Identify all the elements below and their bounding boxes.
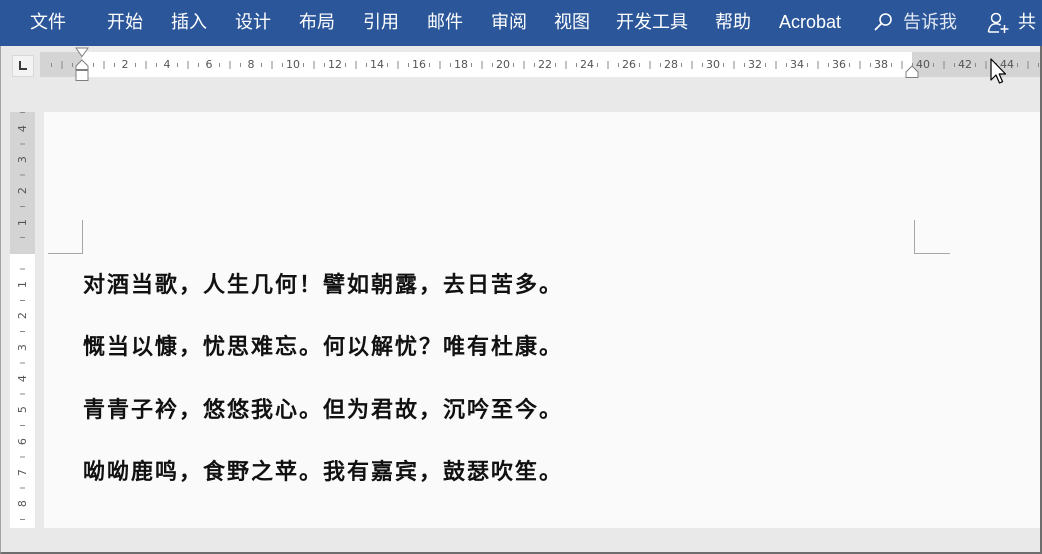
ruler-number: 2 xyxy=(121,58,129,71)
share-button[interactable]: 共 xyxy=(983,0,1042,46)
tab-mailings[interactable]: 邮件 xyxy=(415,0,475,46)
ruler-number: 24 xyxy=(580,58,594,71)
document-page[interactable]: 对酒当歌，人生几何！譬如朝露，去日苦多。 慨当以慷，忧思难忘。何以解忧？唯有杜康… xyxy=(44,112,1040,528)
document-body[interactable]: 对酒当歌，人生几何！譬如朝露，去日苦多。 慨当以慷，忧思难忘。何以解忧？唯有杜康… xyxy=(83,272,563,521)
ruler-number: 32 xyxy=(748,58,762,71)
tell-me-label: 告诉我 xyxy=(903,12,957,32)
vertical-ruler-labels-body: 1 2 3 4 5 6 7 8 xyxy=(10,269,35,519)
ruler-number: 4 xyxy=(15,124,29,132)
ruler-number: 22 xyxy=(538,58,552,71)
paragraph[interactable]: 青青子衿，悠悠我心。但为君故，沉吟至今。 xyxy=(83,397,563,425)
tab-help[interactable]: 帮助 xyxy=(703,0,763,46)
top-left-margin-mark xyxy=(48,220,83,254)
ruler-number: 28 xyxy=(664,58,678,71)
tab-home[interactable]: 开始 xyxy=(95,0,155,46)
ruler-number: 38 xyxy=(874,58,888,71)
ruler-number: 20 xyxy=(496,58,510,71)
ruler-number: 34 xyxy=(790,58,804,71)
left-tab-icon xyxy=(19,61,27,70)
ribbon-tab-bar: 文件 开始 插入 设计 布局 引用 邮件 审阅 视图 开发工具 帮助 Acrob… xyxy=(0,0,1042,46)
tab-file[interactable]: 文件 xyxy=(18,0,78,46)
share-label: 共 xyxy=(1018,12,1036,32)
top-right-margin-mark xyxy=(914,220,950,254)
horizontal-ruler[interactable]: 2 4 6 8 10 12 14 16 18 20 22 24 26 28 30… xyxy=(40,52,1040,77)
left-indent-marker[interactable] xyxy=(75,70,89,81)
right-indent-marker[interactable] xyxy=(905,65,919,79)
tell-me-search[interactable]: 告诉我 xyxy=(868,0,964,46)
ruler-number: 2 xyxy=(15,312,29,320)
paragraph[interactable]: 呦呦鹿鸣，食野之苹。我有嘉宾，鼓瑟吹笙。 xyxy=(83,459,563,487)
ruler-number: 7 xyxy=(15,469,29,477)
ruler-number: 36 xyxy=(832,58,846,71)
paragraph[interactable]: 对酒当歌，人生几何！譬如朝露，去日苦多。 xyxy=(83,272,563,300)
ruler-number: 10 xyxy=(286,58,300,71)
ruler-number: 42 xyxy=(958,58,972,71)
left-indent-markers[interactable] xyxy=(75,47,89,83)
ruler-number: 3 xyxy=(15,156,29,164)
ruler-number: 4 xyxy=(15,375,29,383)
horizontal-ruler-labels: 2 4 6 8 10 12 14 16 18 20 22 24 26 28 30… xyxy=(104,52,1028,77)
ruler-number: 8 xyxy=(15,500,29,508)
ruler-number: 4 xyxy=(163,58,171,71)
ruler-number: 1 xyxy=(15,281,29,289)
tab-acrobat[interactable]: Acrobat xyxy=(767,0,853,46)
add-person-icon xyxy=(987,12,1009,33)
ruler-number: 5 xyxy=(15,406,29,414)
ruler-number: 6 xyxy=(15,437,29,445)
hanging-indent-marker[interactable] xyxy=(75,59,89,70)
ruler-number: 3 xyxy=(15,343,29,351)
tab-review[interactable]: 审阅 xyxy=(479,0,539,46)
ruler-number: 2 xyxy=(15,187,29,195)
tab-insert[interactable]: 插入 xyxy=(159,0,219,46)
paragraph[interactable]: 慨当以慷，忧思难忘。何以解忧？唯有杜康。 xyxy=(83,334,563,362)
ruler-number: 12 xyxy=(328,58,342,71)
ruler-number: 1 xyxy=(15,218,29,226)
tab-stop-selector-button[interactable] xyxy=(12,55,34,77)
ruler-number: 30 xyxy=(706,58,720,71)
ruler-number: 18 xyxy=(454,58,468,71)
tab-references[interactable]: 引用 xyxy=(351,0,411,46)
ruler-number: 14 xyxy=(370,58,384,71)
tab-layout[interactable]: 布局 xyxy=(287,0,347,46)
vertical-ruler-labels-top: 4 3 2 1 xyxy=(10,113,35,238)
first-line-indent-marker[interactable] xyxy=(75,47,89,58)
ruler-number: 8 xyxy=(247,58,255,71)
mouse-pointer-icon xyxy=(990,58,1007,84)
tab-developer[interactable]: 开发工具 xyxy=(604,0,700,46)
search-icon xyxy=(874,13,892,31)
ruler-number: 6 xyxy=(205,58,213,71)
ruler-number: 26 xyxy=(622,58,636,71)
ruler-number: 16 xyxy=(412,58,426,71)
tab-design[interactable]: 设计 xyxy=(223,0,283,46)
vertical-ruler[interactable]: 4 3 2 1 1 2 3 4 5 6 7 8 xyxy=(10,112,35,528)
tab-view[interactable]: 视图 xyxy=(542,0,602,46)
